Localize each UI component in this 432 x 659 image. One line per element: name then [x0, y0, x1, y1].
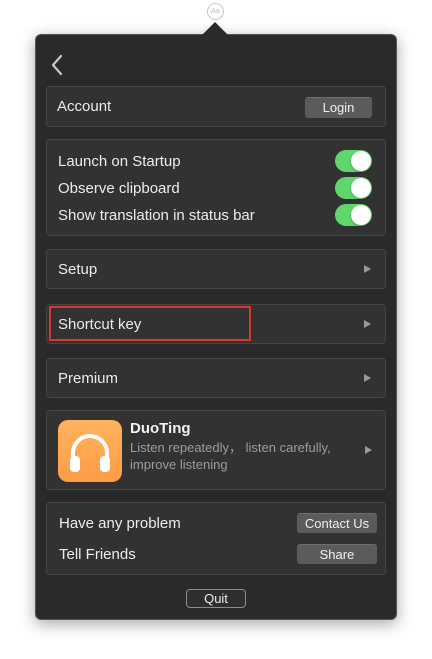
launch-on-startup-toggle[interactable] [335, 150, 372, 172]
premium-label: Premium [58, 370, 119, 387]
popover-arrow [202, 22, 228, 35]
quit-button[interactable]: Quit [186, 589, 246, 608]
contact-us-button[interactable]: Contact Us [297, 513, 377, 533]
duoting-description-line1: Listen repeatedly， listen carefully, [130, 440, 331, 455]
have-any-problem-label: Have any problem [59, 515, 181, 532]
app-status-icon[interactable]: Aa [207, 3, 224, 20]
headphones-icon [70, 434, 110, 472]
share-button[interactable]: Share [297, 544, 377, 564]
launch-on-startup-label: Launch on Startup [58, 153, 181, 170]
back-button[interactable] [48, 53, 68, 77]
chevron-right-icon [364, 374, 371, 382]
duoting-description-line2: improve listening [130, 457, 228, 472]
show-translation-label: Show translation in status bar [58, 207, 255, 224]
highlight-box [49, 306, 251, 341]
login-button[interactable]: Login [305, 97, 372, 118]
chevron-right-icon [364, 265, 371, 273]
observe-clipboard-label: Observe clipboard [58, 180, 180, 197]
duoting-title: DuoTing [130, 420, 191, 437]
show-translation-toggle[interactable] [335, 204, 372, 226]
toggle-knob [351, 151, 371, 171]
tell-friends-label: Tell Friends [59, 546, 136, 563]
account-label: Account [57, 98, 112, 115]
setup-label: Setup [58, 261, 98, 278]
observe-clipboard-toggle[interactable] [335, 177, 372, 199]
chevron-right-icon [364, 320, 371, 328]
toggle-knob [351, 178, 371, 198]
chevron-left-icon [51, 54, 63, 76]
chevron-right-icon [365, 446, 372, 454]
toggle-knob [351, 205, 371, 225]
duoting-app-icon [58, 420, 122, 482]
